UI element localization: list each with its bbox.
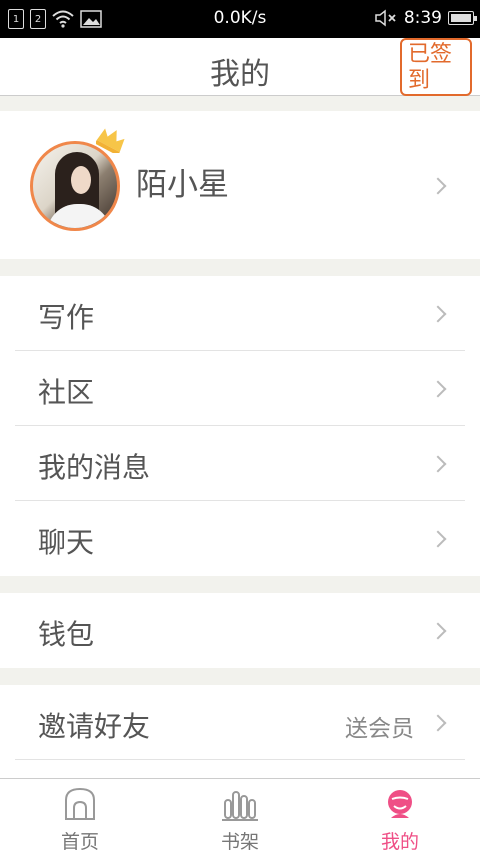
tab-mine[interactable]: 我的: [320, 779, 480, 854]
chevron-right-icon: [429, 622, 447, 640]
home-icon: [65, 787, 95, 820]
menu-item-label: 写作: [38, 301, 95, 334]
chevron-right-icon: [429, 530, 447, 548]
menu-item-label: 邀请好友: [38, 710, 151, 743]
divider: [15, 759, 465, 760]
chevron-right-icon: [429, 714, 447, 732]
chevron-right-icon: [429, 305, 447, 323]
crown-icon: [96, 128, 125, 153]
tab-home[interactable]: 首页: [0, 779, 160, 854]
menu-item-messages[interactable]: 我的消息: [0, 426, 480, 501]
bookshelf-icon: [222, 791, 258, 821]
mute-icon: [375, 9, 396, 27]
menu-group-2: 钱包: [0, 593, 480, 668]
menu-item-label: 聊天: [38, 526, 95, 559]
chevron-right-icon: [429, 380, 447, 398]
top-header: 我的 已签到: [0, 38, 480, 96]
battery-icon: [448, 11, 477, 25]
menu-item-label: 社区: [38, 376, 95, 409]
invite-reward-text: 送会员: [345, 716, 414, 742]
status-bar: 1 2 0.0K/s 8:39: [0, 0, 480, 38]
avatar-face: [71, 166, 91, 194]
checkin-button[interactable]: 已签到: [400, 38, 472, 96]
menu-group-3: 邀请好友 送会员: [0, 685, 480, 778]
avatar[interactable]: [30, 141, 120, 231]
chevron-right-icon: [429, 177, 447, 195]
chevron-right-icon: [429, 455, 447, 473]
tab-label: 书架: [220, 831, 259, 853]
menu-item-wallet[interactable]: 钱包: [0, 593, 480, 668]
menu-item-invite[interactable]: 邀请好友 送会员: [0, 685, 480, 760]
menu-group-1: 写作 社区 我的消息 聊天: [0, 276, 480, 576]
tab-label: 首页: [60, 831, 99, 853]
profile-card[interactable]: 陌小星: [0, 111, 480, 259]
menu-item-label: 钱包: [38, 618, 95, 651]
username: 陌小星: [136, 167, 229, 203]
menu-item-writing[interactable]: 写作: [0, 276, 480, 351]
tab-label: 我的: [380, 831, 419, 853]
clock: 8:39: [403, 8, 442, 28]
menu-item-label: 我的消息: [38, 451, 151, 484]
bottom-tab-bar: 首页 书架 我的: [0, 778, 480, 854]
menu-item-chat[interactable]: 聊天: [0, 501, 480, 576]
user-icon: [388, 790, 412, 818]
menu-item-community[interactable]: 社区: [0, 351, 480, 426]
tab-bookshelf[interactable]: 书架: [160, 779, 320, 854]
status-icons-right: 8:39: [374, 8, 477, 28]
